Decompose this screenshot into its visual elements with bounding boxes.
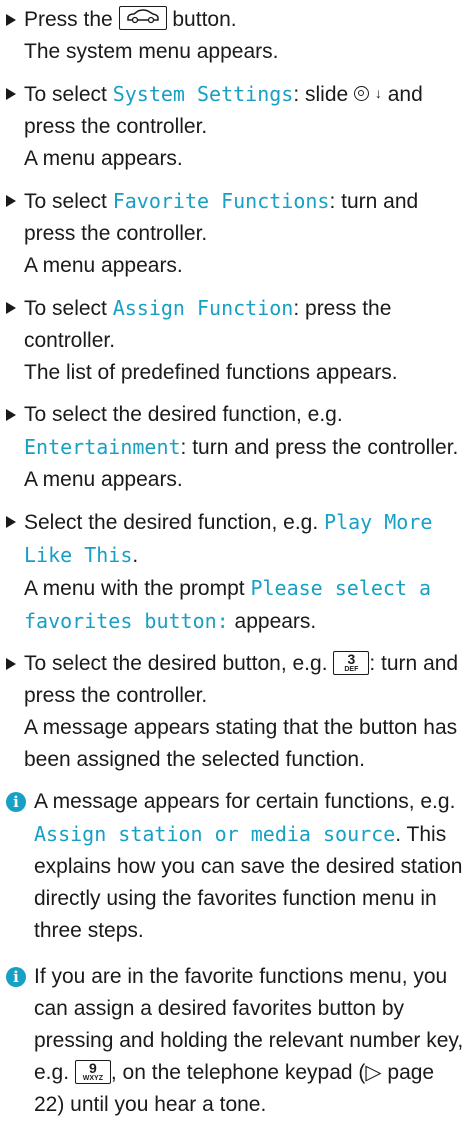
step-result: The list of predefined functions appears… — [24, 361, 398, 385]
bullet-arrow-icon — [6, 88, 16, 100]
step-text: To select the desired button, e.g. — [24, 652, 334, 676]
step-result: A menu appears. — [24, 468, 183, 492]
step-text: To select — [24, 297, 113, 321]
bullet-arrow-icon — [6, 516, 16, 529]
key-9-icon: 9 WXYZ — [74, 1059, 111, 1084]
step-6: Select the desired function, e.g. Play M… — [6, 506, 466, 638]
step-text: To select — [24, 190, 113, 214]
step-text: Press the — [24, 8, 119, 31]
key-letters: WXYZ — [82, 1074, 103, 1082]
bullet-arrow-icon — [6, 195, 16, 208]
key-number: 9 — [88, 1059, 97, 1076]
step-result: A menu appears. — [24, 254, 183, 278]
step-text: Select the desired function, e.g. — [24, 511, 325, 535]
car-icon — [118, 6, 167, 31]
step-text: button. — [166, 8, 237, 31]
menu-item-assign-station: Assign station or media source — [34, 822, 396, 847]
menu-item-entertainment: Entertainment — [24, 435, 181, 460]
bullet-arrow-icon — [6, 409, 16, 422]
step-1: Press the button. The system menu appear… — [6, 4, 466, 68]
step-3: To select Favorite Functions: turn and p… — [6, 185, 466, 282]
bullet-arrow-icon — [6, 658, 16, 671]
controller-icon — [354, 85, 370, 101]
key-letters: DEF — [344, 665, 359, 673]
bullet-arrow-icon — [6, 302, 16, 315]
slide-down-arrow-icon: ↓ — [374, 85, 382, 102]
info-note-2: i If you are in the favorite functions m… — [6, 961, 466, 1121]
note-text: A message appears for certain functions,… — [34, 790, 456, 814]
step-5: To select the desired function, e.g. Ent… — [6, 399, 466, 496]
page-ref-arrow-icon: ▷ — [365, 1061, 382, 1085]
step-4: To select Assign Function: press the con… — [6, 292, 466, 389]
info-icon: i — [6, 967, 26, 988]
step-text: To select — [24, 83, 113, 106]
menu-item-system-settings: System Settings — [112, 82, 294, 106]
bullet-arrow-icon — [6, 14, 16, 26]
key-number: 3 — [347, 650, 356, 667]
step-text: : turn and press the controller. — [180, 436, 459, 460]
info-icon: i — [6, 792, 26, 813]
menu-item-assign-function: Assign Function — [112, 296, 294, 321]
key-3-icon: 3 DEF — [333, 650, 370, 675]
note-text: , on the telephone keypad ( — [110, 1061, 366, 1085]
manual-page: Press the button. The system menu appear… — [0, 0, 472, 1121]
step-text: To select the desired function, e.g. — [24, 403, 343, 427]
step-7: To select the desired button, e.g. 3 DEF:… — [6, 648, 466, 776]
step-result: A menu appears. — [24, 147, 183, 171]
step-result: The system menu appears. — [24, 40, 279, 63]
step-text: : slide — [293, 83, 355, 106]
step-result: A menu with the prompt — [24, 577, 251, 601]
info-note-1: i A message appears for certain function… — [6, 786, 466, 947]
menu-item-favorite-functions: Favorite Functions — [112, 189, 330, 214]
step-text: . — [132, 544, 139, 568]
step-2: To select System Settings: slide ↓ and p… — [6, 78, 466, 175]
step-result: appears. — [228, 610, 317, 634]
step-result: A message appears stating that the butto… — [24, 716, 458, 772]
